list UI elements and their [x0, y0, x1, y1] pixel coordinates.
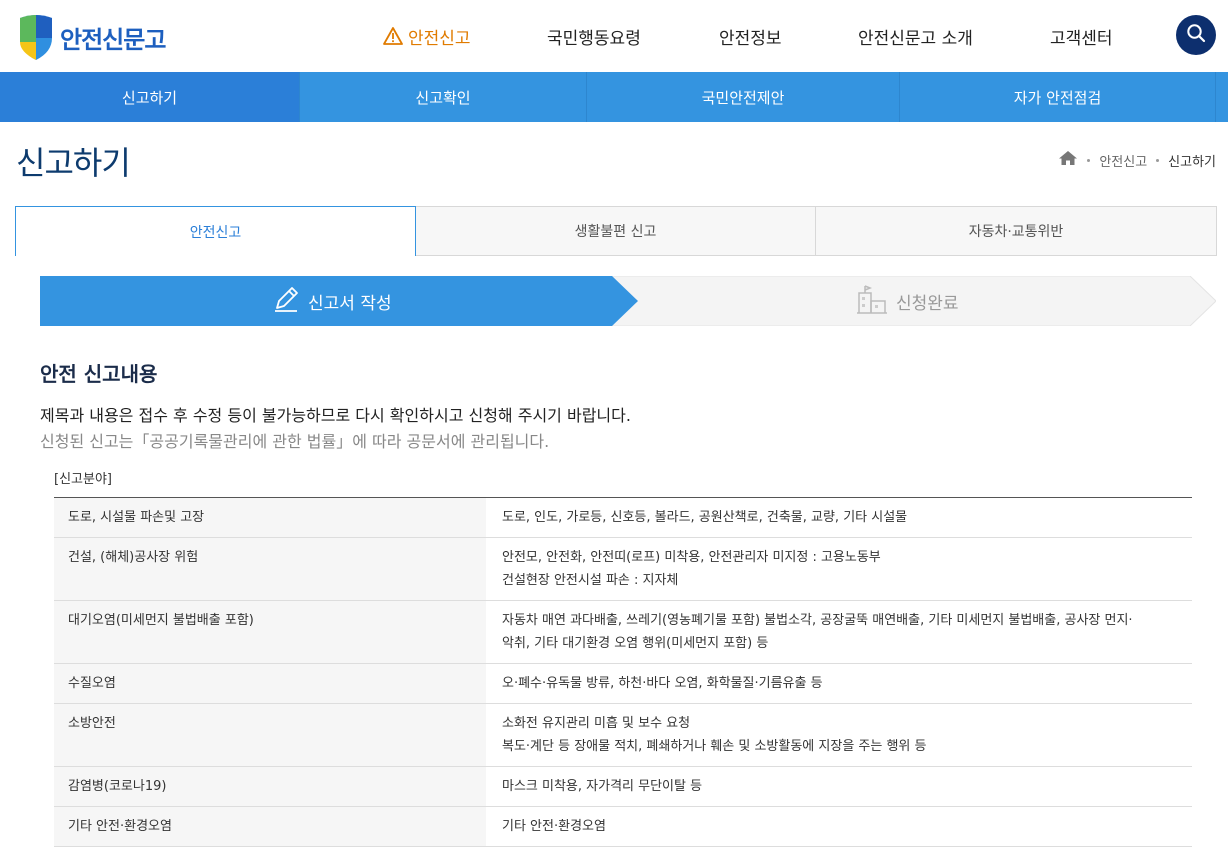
- nav-about[interactable]: 안전신문고 소개: [858, 0, 973, 72]
- site-header: 안전신문고 안전신고 국민행동요령 안전정보 안전신문고 소개 고객센터: [0, 0, 1228, 72]
- step-write-report: 신고서 작성: [272, 276, 392, 326]
- desc-line: 자동차 매연 과다배출, 쓰레기(영농폐기물 포함) 불법소각, 공장굴뚝 매연…: [502, 613, 1133, 628]
- field-category: 대기오염(미세먼지 불법배출 포함): [54, 600, 486, 664]
- step-label: 신청완료: [896, 293, 959, 314]
- field-description: 자동차 매연 과다배출, 쓰레기(영농폐기물 포함) 불법소각, 공장굴뚝 매연…: [486, 600, 1192, 664]
- building-icon: [856, 283, 896, 320]
- table-row: 기타 안전·환경오염 기타 안전·환경오염: [54, 806, 1192, 847]
- desc-line: 오·폐수·유독물 방류, 하천·바다 오염, 화학물질·기름유출 등: [502, 676, 823, 691]
- notice-secondary: 신청된 신고는「공공기록물관리에 관한 법률」에 따라 공문서에 관리됩니다.: [40, 432, 550, 451]
- field-category: 감염병(코로나19): [54, 766, 486, 807]
- nav-customer-center[interactable]: 고객센터: [1050, 0, 1113, 72]
- breadcrumb-separator: [1156, 158, 1160, 162]
- nav-safety-info[interactable]: 안전정보: [719, 0, 782, 72]
- notice-primary: 제목과 내용은 접수 후 수정 등이 불가능하므로 다시 확인하시고 신청해 주…: [40, 406, 631, 425]
- breadcrumb-item[interactable]: 안전신고: [1099, 151, 1147, 170]
- section-title: 안전 신고내용: [40, 362, 158, 386]
- subnav-report[interactable]: 신고하기: [0, 72, 300, 122]
- table-row: 대기오염(미세먼지 불법배출 포함) 자동차 매연 과다배출, 쓰레기(영농폐기…: [54, 600, 1192, 664]
- table-row: 수질오염 오·폐수·유독물 방류, 하천·바다 오염, 화학물질·기름유출 등: [54, 663, 1192, 704]
- search-icon: [1186, 23, 1206, 47]
- breadcrumb-current: 신고하기: [1168, 154, 1216, 170]
- desc-line: 건설현장 안전시설 파손 : 지자체: [502, 573, 679, 588]
- subnav-check[interactable]: 신고확인: [300, 72, 587, 122]
- search-button[interactable]: [1176, 15, 1216, 55]
- field-description: 오·폐수·유독물 방류, 하천·바다 오염, 화학물질·기름유출 등: [486, 663, 1192, 704]
- table-caption: [신고분야]: [54, 472, 112, 487]
- progress-steps: 신고서 작성 신청완료: [40, 276, 1216, 326]
- site-logo[interactable]: 안전신문고: [14, 12, 166, 62]
- field-description: 도로, 인도, 가로등, 신호등, 볼라드, 공원산책로, 건축물, 교량, 기…: [486, 497, 1192, 538]
- sub-navigation: 신고하기 신고확인 국민안전제안 자가 안전점검: [0, 72, 1228, 122]
- report-field-table: 도로, 시설물 파손및 고장 도로, 인도, 가로등, 신호등, 볼라드, 공원…: [54, 497, 1192, 847]
- desc-line: 도로, 인도, 가로등, 신호등, 볼라드, 공원산책로, 건축물, 교량, 기…: [502, 510, 908, 525]
- field-category: 소방안전: [54, 703, 486, 767]
- desc-line: 악취, 기타 대기환경 오염 행위(미세먼지 포함) 등: [502, 636, 769, 651]
- desc-line: 안전모, 안전화, 안전띠(로프) 미착용, 안전관리자 미지정 : 고용노동부: [502, 550, 881, 565]
- subnav-spacer: [1216, 72, 1228, 122]
- table-row: 소방안전 소화전 유지관리 미흡 및 보수 요청복도·계단 등 장애물 적치, …: [54, 703, 1192, 767]
- page-title: 신고하기: [16, 144, 131, 182]
- report-type-tabs: 안전신고 생활불편 신고 자동차·교통위반: [15, 206, 1217, 256]
- field-category: 도로, 시설물 파손및 고장: [54, 497, 486, 538]
- subnav-self-check[interactable]: 자가 안전점검: [900, 72, 1216, 122]
- field-description: 기타 안전·환경오염: [486, 806, 1192, 847]
- breadcrumb-separator: [1087, 158, 1091, 162]
- desc-line: 기타 안전·환경오염: [502, 819, 606, 834]
- subnav-proposal[interactable]: 국민안전제안: [587, 72, 900, 122]
- tab-safety-report[interactable]: 안전신고: [15, 206, 416, 256]
- pencil-icon: [272, 285, 308, 318]
- logo-shield-icon: [14, 12, 58, 62]
- desc-line: 마스크 미착용, 자가격리 무단이탈 등: [502, 779, 703, 794]
- step-label: 신고서 작성: [308, 293, 392, 314]
- field-category: 기타 안전·환경오염: [54, 806, 486, 847]
- field-description: 소화전 유지관리 미흡 및 보수 요청복도·계단 등 장애물 적치, 폐쇄하거나…: [486, 703, 1192, 767]
- table-row: 도로, 시설물 파손및 고장 도로, 인도, 가로등, 신호등, 볼라드, 공원…: [54, 497, 1192, 538]
- nav-citizen-guide[interactable]: 국민행동요령: [547, 0, 641, 72]
- field-description: 마스크 미착용, 자가격리 무단이탈 등: [486, 766, 1192, 807]
- table-row: 건설, (해체)공사장 위험 안전모, 안전화, 안전띠(로프) 미착용, 안전…: [54, 537, 1192, 601]
- table-row: 감염병(코로나19) 마스크 미착용, 자가격리 무단이탈 등: [54, 766, 1192, 807]
- breadcrumb: 안전신고 신고하기: [1058, 150, 1216, 170]
- logo-text: 안전신문고: [60, 25, 166, 54]
- field-description: 안전모, 안전화, 안전띠(로프) 미착용, 안전관리자 미지정 : 고용노동부…: [486, 537, 1192, 601]
- desc-line: 소화전 유지관리 미흡 및 보수 요청: [502, 716, 691, 731]
- nav-label: 안전신고: [408, 28, 471, 49]
- nav-safety-report[interactable]: 안전신고: [383, 0, 471, 72]
- tab-living-inconvenience[interactable]: 생활불편 신고: [416, 206, 816, 256]
- field-category: 건설, (해체)공사장 위험: [54, 537, 486, 601]
- home-icon[interactable]: [1058, 150, 1078, 170]
- tab-vehicle-traffic[interactable]: 자동차·교통위반: [816, 206, 1217, 256]
- field-category: 수질오염: [54, 663, 486, 704]
- warning-icon: [383, 27, 403, 45]
- steps-background: [40, 276, 1216, 326]
- step-complete: 신청완료: [856, 276, 959, 326]
- desc-line: 복도·계단 등 장애물 적치, 폐쇄하거나 훼손 및 소방활동에 지장을 주는 …: [502, 739, 927, 754]
